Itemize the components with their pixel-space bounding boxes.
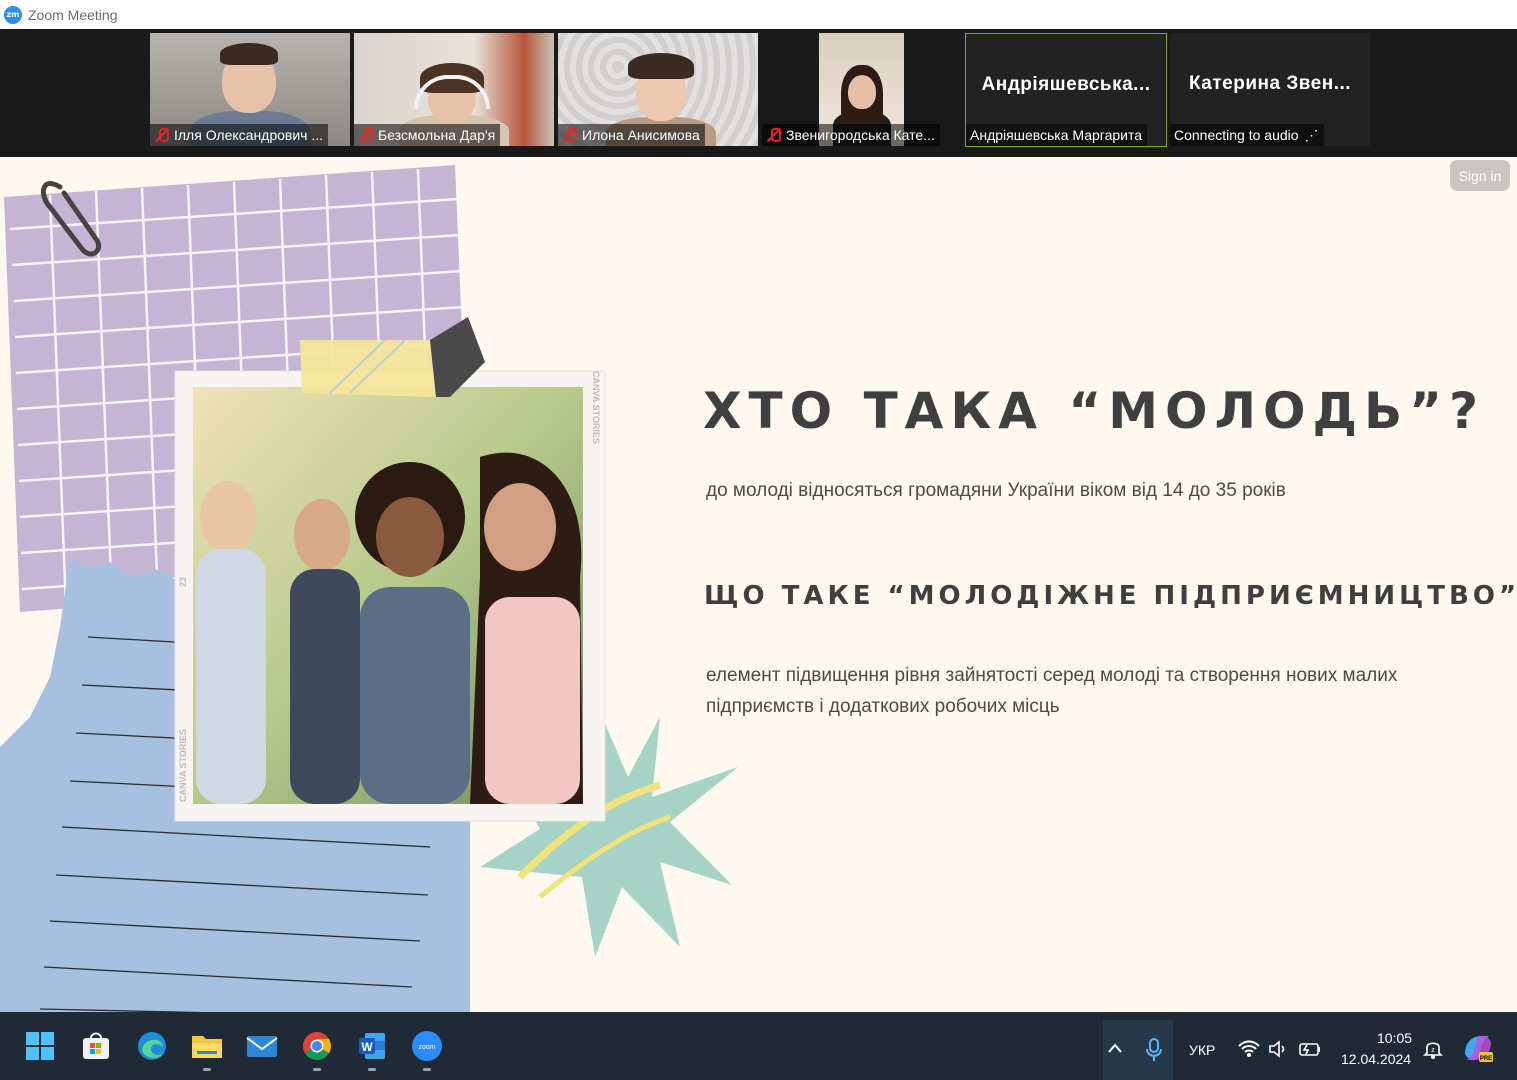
participant-tile-active[interactable]: Андріяшевська... Андріяшевська Маргарита (965, 33, 1167, 147)
chrome-icon[interactable] (301, 1030, 333, 1062)
start-icon[interactable] (24, 1030, 56, 1062)
participant-tile[interactable]: Илона Анисимова (558, 33, 758, 146)
word-icon[interactable]: W (356, 1030, 388, 1062)
slide-heading-2: ЩО ТАКЕ “МОЛОДІЖНЕ ПІДПРИЄМНИЦТВО”? (704, 581, 1517, 611)
slide-text-2: елемент підвищення рівня зайнятості сере… (706, 665, 1398, 717)
battery-icon[interactable] (1298, 1040, 1322, 1058)
participant-display-name: Катерина Звен... (1188, 73, 1352, 94)
app-running-indicator (203, 1068, 211, 1071)
svg-text:PRE: PRE (1480, 1056, 1492, 1062)
participant-namebar: Илона Анисимова (558, 124, 705, 146)
participant-status: Connecting to audio (1174, 127, 1299, 143)
participant-tile[interactable]: Безсмольна Дар'я (354, 33, 554, 146)
participant-tile[interactable]: Ілля Олександрович ... (150, 33, 350, 146)
shared-screen-slide: CANVA STORIES CANVA STORIES 23 Sign in Х… (0, 157, 1517, 1012)
app-running-indicator (368, 1068, 376, 1071)
edge-icon[interactable] (136, 1030, 168, 1062)
zoom-icon[interactable]: zoom (411, 1030, 443, 1062)
mic-muted-icon (358, 127, 374, 143)
clock-time[interactable]: 10:05 (1377, 1030, 1412, 1046)
svg-text:zoom: zoom (418, 1044, 435, 1051)
clock-date[interactable]: 12.04.2024 (1341, 1051, 1411, 1067)
slide-text-1: до молоді відносяться громадяни України … (706, 480, 1286, 501)
participant-name: Илона Анисимова (582, 127, 700, 143)
participant-gallery: Ілля Олександрович ... Безсмольна Дар'я … (0, 29, 1517, 157)
participant-tile[interactable]: Катерина Звен... Connecting to audio ⋰ (1170, 33, 1370, 146)
windows-taskbar: W zoom УКР 10:05 12.04.2024 z PRE (0, 1012, 1517, 1080)
participant-name: Андріяшевська Маргарита (970, 127, 1143, 143)
connecting-icon: ⋰ (1304, 126, 1319, 143)
app-running-indicator (423, 1068, 431, 1071)
store-icon[interactable] (80, 1030, 112, 1062)
photo-number: 23 (178, 576, 188, 587)
window-title: Zoom Meeting (28, 6, 118, 23)
mic-muted-icon (766, 127, 782, 143)
photo-stamp: CANVA STORIES (591, 371, 601, 444)
mic-muted-icon (562, 127, 578, 143)
participant-namebar: Звенигородська Кате... (762, 124, 940, 146)
participant-namebar: Андріяшевська Маргарита (966, 124, 1148, 146)
copilot-icon[interactable]: PRE (1461, 1032, 1495, 1064)
zoom-logo-icon: zm (4, 5, 22, 24)
show-hidden-icons-chevron-icon[interactable] (1106, 1040, 1124, 1054)
notification-bell-icon[interactable]: z (1423, 1038, 1443, 1060)
participant-namebar: Безсмольна Дар'я (354, 124, 501, 146)
participant-display-name: Андріяшевська... (981, 74, 1151, 95)
participant-namebar: Connecting to audio ⋰ (1170, 124, 1324, 146)
svg-text:W: W (361, 1040, 373, 1054)
slide-decorations (0, 165, 738, 1012)
photo-stamp: CANVA STORIES (178, 729, 188, 802)
participant-name: Безсмольна Дар'я (378, 127, 496, 143)
app-running-indicator (313, 1068, 321, 1071)
input-language[interactable]: УКР (1189, 1042, 1215, 1058)
title-bar: zm Zoom Meeting (0, 0, 1517, 29)
slide-heading-1: ХТО ТАКА “МОЛОДЬ”? (703, 382, 1486, 440)
participant-name: Ілля Олександрович ... (174, 127, 324, 143)
participant-tile[interactable]: Звенигородська Кате... (762, 33, 962, 146)
young-people-photo (193, 387, 583, 804)
volume-icon[interactable] (1268, 1040, 1288, 1058)
participant-name: Звенигородська Кате... (786, 127, 935, 143)
mic-muted-icon (154, 127, 170, 143)
explorer-icon[interactable] (191, 1030, 223, 1062)
microphone-icon[interactable] (1146, 1038, 1162, 1062)
participant-namebar: Ілля Олександрович ... (150, 124, 329, 146)
sign-in-button[interactable]: Sign in (1450, 160, 1510, 191)
svg-text:z: z (1431, 1047, 1435, 1054)
mail-icon[interactable] (246, 1030, 278, 1062)
wifi-icon[interactable] (1238, 1040, 1260, 1058)
